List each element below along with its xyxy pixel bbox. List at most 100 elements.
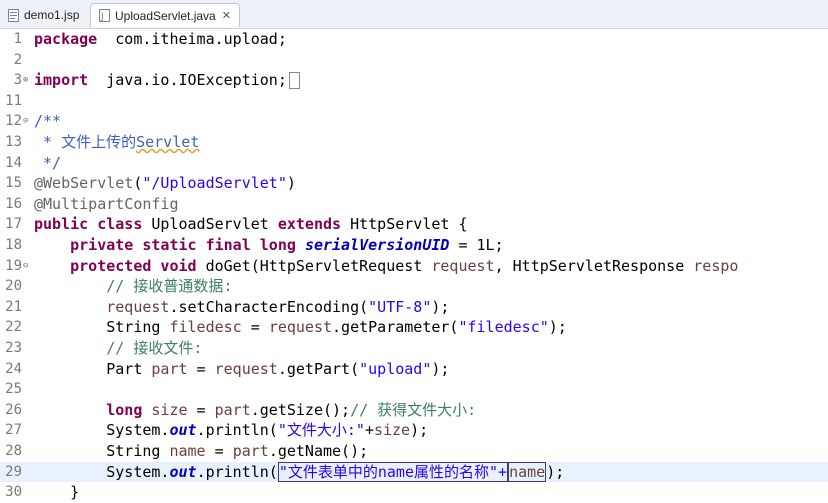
code-text: @WebServlet("/UploadServlet") — [34, 173, 296, 194]
editor-tab-bar: demo1.jsp J UploadServlet.java ✕ — [0, 0, 828, 29]
code-text: String name = part.getName(); — [34, 441, 368, 462]
code-token: "upload" — [359, 359, 432, 378]
line-number: 14 — [5, 154, 22, 171]
code-line[interactable]: 29 System.out.println("文件表单中的name属性的名称"+… — [0, 461, 828, 483]
collapse-fold-icon[interactable]: ⊖ — [23, 256, 32, 277]
code-text: public class UploadServlet extends HttpS… — [34, 214, 468, 235]
code-token: request — [214, 359, 278, 378]
code-text: /** — [34, 111, 61, 132]
code-line[interactable]: 22 String filedesc = request.getParamete… — [0, 317, 828, 338]
code-text: // 接收普通数据: — [34, 276, 232, 297]
code-token: // 接收普通数据: — [106, 277, 233, 296]
code-token: System. — [34, 421, 170, 440]
code-line[interactable]: 28 String name = part.getName(); — [0, 441, 828, 462]
line-number: 1 — [13, 31, 22, 47]
line-number: 19 — [5, 257, 22, 274]
code-token: "/UploadServlet" — [142, 174, 287, 193]
code-token: } — [34, 483, 80, 502]
line-number: 17 — [5, 216, 22, 233]
code-text: */ — [34, 153, 61, 174]
code-token: Part — [34, 359, 152, 378]
code-line[interactable]: 20 // 接收普通数据: — [0, 276, 828, 297]
code-token: long — [106, 400, 143, 419]
expand-fold-icon[interactable]: ⊕ — [23, 70, 32, 91]
code-token: .getName(); — [268, 442, 369, 460]
code-token: ); — [431, 359, 450, 378]
code-token: protected void — [70, 256, 197, 275]
code-token: .getSize(); — [250, 400, 351, 419]
code-text: request.setCharacterEncoding("UTF-8"); — [34, 297, 449, 318]
code-line[interactable]: 24 Part part = request.getPart("upload")… — [0, 359, 828, 380]
line-number: 16 — [5, 195, 22, 212]
code-text: } — [34, 482, 79, 503]
tab-label: demo1.jsp — [24, 8, 80, 22]
code-line[interactable]: 21 request.setCharacterEncoding("UTF-8")… — [0, 297, 828, 318]
code-line[interactable]: 11 — [0, 91, 828, 112]
code-line[interactable]: 25 — [0, 379, 828, 400]
collapsed-imports-icon[interactable] — [288, 72, 300, 90]
code-text: System.out.println("文件表单中的name属性的名称"+ nam… — [34, 461, 564, 483]
code-token: part — [232, 442, 269, 460]
code-line[interactable]: 30 } — [0, 482, 828, 503]
code-token: serialVersionUID — [304, 236, 450, 254]
collapse-fold-icon[interactable]: ⊖ — [23, 111, 32, 132]
code-text: @MultipartConfig — [34, 194, 179, 215]
code-token: String — [34, 318, 170, 337]
code-token: request — [268, 318, 333, 337]
line-number: 12 — [5, 113, 22, 130]
code-token: extends — [277, 215, 342, 234]
code-token: = — [187, 359, 215, 378]
code-line[interactable]: 27 System.out.println("文件大小:"+size); — [0, 420, 828, 441]
code-token: request — [106, 297, 170, 316]
code-text: String filedesc = request.getParameter("… — [34, 317, 567, 338]
code-token: java.io.IOException; — [88, 71, 287, 90]
code-line[interactable]: 19 ⊖ protected void doGet(HttpServletRequ… — [0, 256, 828, 277]
code-token: HttpServlet { — [341, 215, 468, 234]
jsp-file-icon — [8, 8, 19, 22]
line-number: 21 — [5, 298, 22, 315]
code-editor[interactable]: 1 package com.itheima.upload; 2 3 ⊕ import ja… — [0, 29, 828, 501]
code-token: .setCharacterEncoding( — [169, 297, 369, 316]
code-text: package com.itheima.upload; — [34, 29, 287, 50]
code-token: @WebServlet — [34, 174, 134, 193]
tab-uploadservlet-java[interactable]: J UploadServlet.java ✕ — [90, 3, 240, 27]
line-number: 15 — [5, 175, 22, 192]
code-line[interactable]: 16 @MultipartConfig — [0, 194, 828, 215]
code-token: private static final long — [70, 236, 296, 254]
code-text: // 接收文件: — [34, 338, 202, 359]
code-line[interactable]: 12 ⊖/** — [0, 111, 828, 132]
code-line[interactable]: 17 public class UploadServlet extends Htt… — [0, 214, 828, 235]
tab-demo1-jsp[interactable]: demo1.jsp — [0, 3, 88, 27]
code-token: * 文件上传的 — [34, 133, 137, 151]
code-token: .println( — [196, 421, 278, 440]
code-token: + — [364, 421, 374, 440]
line-number: 22 — [5, 319, 22, 336]
line-number: 29 — [5, 463, 22, 480]
code-token: doGet(HttpServletRequest — [196, 256, 432, 275]
code-line[interactable]: 26 long size = part.getSize();// 获得文件大小: — [0, 400, 828, 421]
line-number: 18 — [5, 237, 22, 253]
code-token: size — [373, 421, 411, 440]
line-number: 20 — [5, 278, 22, 295]
code-line[interactable]: 23 // 接收文件: — [0, 338, 828, 359]
code-token: "文件表单中的name属性的名称"+ — [277, 461, 509, 482]
code-text: private static final long serialVersionU… — [34, 235, 504, 256]
code-text: protected void doGet(HttpServletRequest … — [34, 256, 738, 277]
code-line[interactable]: 18 private static final long serialVersi… — [0, 235, 828, 256]
code-token: // 获得文件大小: — [350, 400, 477, 419]
code-line[interactable]: 2 — [0, 50, 828, 71]
code-line[interactable]: 15 @WebServlet("/UploadServlet") — [0, 173, 828, 194]
code-line[interactable]: 3 ⊕ import java.io.IOException; — [0, 70, 828, 91]
code-line[interactable]: 1 package com.itheima.upload; — [0, 29, 828, 50]
code-token: System. — [34, 462, 170, 481]
code-token: .getParameter( — [332, 318, 459, 337]
code-text: * 文件上传的Servlet — [34, 132, 199, 153]
code-line[interactable]: 14 */ — [0, 153, 828, 174]
close-tab-icon[interactable]: ✕ — [222, 9, 231, 22]
code-line[interactable]: 13 * 文件上传的Servlet — [0, 132, 828, 153]
line-number: 11 — [5, 92, 22, 109]
